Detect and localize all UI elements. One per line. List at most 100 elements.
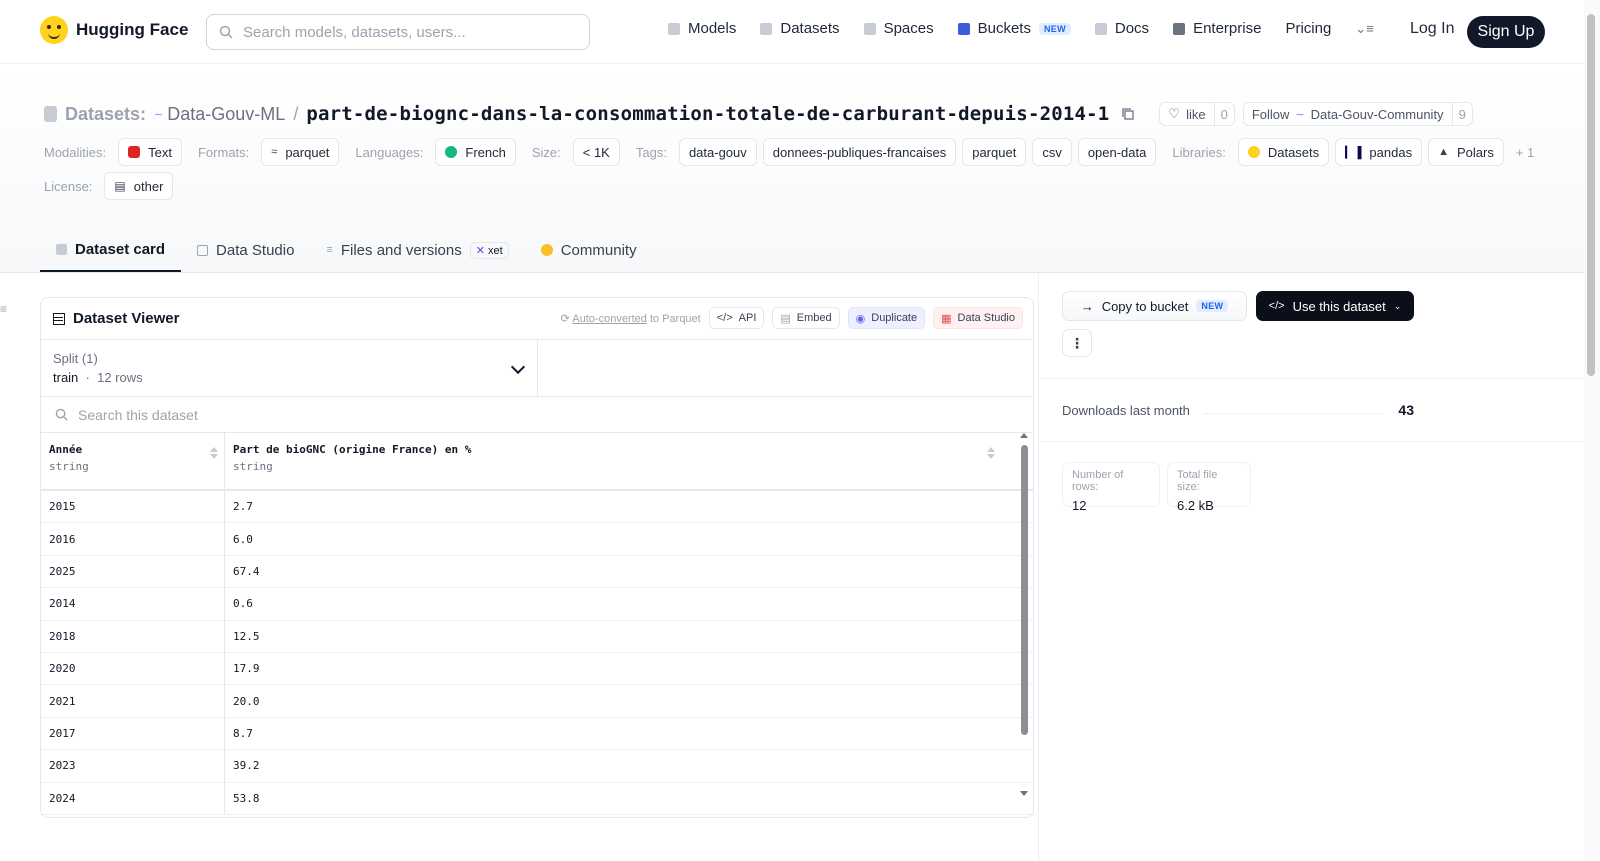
hugging-face-logo[interactable]: Hugging Face <box>40 16 188 44</box>
scroll-up-arrow-icon[interactable] <box>1020 433 1028 438</box>
column-header-annee[interactable]: Année string <box>41 433 225 489</box>
cell-part: 17.9 <box>233 662 260 676</box>
tag-donnees-publiques[interactable]: donnees-publiques-francaises <box>762 138 957 166</box>
sort-icon <box>987 447 995 459</box>
languages-label: Languages: <box>355 144 424 160</box>
hf-datasets-icon <box>1247 146 1260 158</box>
tabs-divider <box>0 272 1584 273</box>
duplicate-button[interactable]: ◉ Duplicate <box>847 307 926 329</box>
duplicate-icon: ◉ <box>855 312 866 325</box>
refresh-icon: ⟳ <box>560 312 570 325</box>
toc-toggle-icon[interactable]: ≡ <box>0 302 10 316</box>
tab-dataset-card[interactable]: Dataset card <box>40 228 182 272</box>
libraries-more[interactable]: + 1 <box>1516 145 1534 160</box>
table-row[interactable]: 2020 17.9 <box>41 652 1033 686</box>
search-icon <box>219 25 233 39</box>
auto-converted-link[interactable]: Auto-converted <box>572 313 647 325</box>
modality-tag-text[interactable]: Text <box>118 138 182 166</box>
nav-docs[interactable]: Docs <box>1094 20 1149 37</box>
api-button[interactable]: </> API <box>708 307 765 329</box>
global-search-input[interactable]: Search models, datasets, users... <box>206 14 590 50</box>
viewer-title: Dataset Viewer <box>53 310 179 327</box>
search-placeholder: Search models, datasets, users... <box>243 23 466 41</box>
enterprise-icon <box>1173 22 1186 35</box>
tag-csv[interactable]: csv <box>1032 138 1072 166</box>
models-cube-icon <box>668 22 680 35</box>
nav-buckets[interactable]: Buckets NEW <box>957 20 1071 37</box>
more-options-icon[interactable]: ⋮ <box>1062 329 1092 357</box>
table-scrollbar[interactable] <box>1019 431 1029 801</box>
use-this-dataset-button[interactable]: </> Use this dataset ⌄ <box>1256 291 1414 321</box>
more-menu-icon[interactable]: ⌄≡ <box>1355 21 1373 37</box>
globe-icon <box>445 146 458 158</box>
tag-open-data[interactable]: open-data <box>1077 138 1157 166</box>
hugging-face-emoji-icon <box>40 16 68 44</box>
files-icon: ≡ <box>326 244 333 256</box>
page-scrollbar-thumb[interactable] <box>1587 14 1595 376</box>
scrollbar-thumb[interactable] <box>1021 445 1028 735</box>
library-tag-datasets[interactable]: Datasets <box>1237 138 1330 166</box>
tag-parquet[interactable]: parquet <box>962 138 1027 166</box>
nav-enterprise[interactable]: Enterprise <box>1173 20 1261 37</box>
cell-part: 8.7 <box>233 726 253 740</box>
sort-icon <box>210 447 218 459</box>
nav-spaces[interactable]: Spaces <box>863 20 934 37</box>
library-tag-pandas[interactable]: ▎▐ pandas <box>1335 138 1423 166</box>
table-row[interactable]: 2025 67.4 <box>41 555 1033 589</box>
tab-files-and-versions[interactable]: ≡ Files and versions ✕ xet <box>310 228 524 272</box>
text-modality-icon <box>128 146 141 158</box>
embed-icon: ▤ <box>780 312 791 325</box>
new-badge: NEW <box>1038 22 1071 35</box>
dataset-card-icon <box>56 243 67 255</box>
tab-community[interactable]: Community <box>525 228 653 272</box>
table-row[interactable]: 2021 20.0 <box>41 685 1033 718</box>
modalities-label: Modalities: <box>44 144 107 160</box>
library-tag-polars[interactable]: ▲ Polars <box>1428 138 1504 166</box>
cell-annee: 2025 <box>41 555 225 588</box>
embed-button[interactable]: ▤ Embed <box>772 307 840 329</box>
data-table: Année string Part de bioGNC (origine Fran… <box>41 433 1033 815</box>
table-row[interactable]: 2023 39.2 <box>41 750 1033 783</box>
column-header-part[interactable]: Part de bioGNC (origine France) en % stri… <box>225 433 1001 489</box>
title-separator: / <box>293 103 299 124</box>
scroll-down-arrow-icon[interactable] <box>1020 791 1028 796</box>
table-row[interactable]: 2015 2.7 <box>41 491 1033 524</box>
follow-button[interactable]: Follow ∼ Data-Gouv-Community 9 <box>1242 102 1473 126</box>
language-tag-french[interactable]: French <box>435 138 516 166</box>
community-avatar-icon: ∼ <box>1295 108 1305 121</box>
like-button[interactable]: ♡ like 0 <box>1159 102 1235 126</box>
split-selector[interactable]: Split (1) train · 12 rows <box>41 340 538 396</box>
dataset-search-input[interactable]: Search this dataset <box>41 397 1033 433</box>
size-label: Size: <box>531 144 561 160</box>
nav-models[interactable]: Models <box>668 20 736 37</box>
table-row[interactable]: 2018 12.5 <box>41 620 1033 653</box>
size-tag[interactable]: < 1K <box>572 138 620 166</box>
nav-pricing[interactable]: Pricing <box>1285 20 1331 37</box>
signup-button[interactable]: Sign Up <box>1467 16 1545 48</box>
table-row[interactable]: 2017 8.7 <box>41 717 1033 751</box>
dataset-icon <box>44 106 57 122</box>
main-nav: Models Datasets Spaces Buckets NEW Docs E… <box>668 20 1374 37</box>
tab-data-studio[interactable]: Data Studio <box>181 228 310 272</box>
org-link[interactable]: ∼ Data-Gouv-ML <box>154 104 285 125</box>
top-navigation-bar: Hugging Face Search models, datasets, us… <box>0 0 1584 64</box>
auto-converted-note: ⟳ Auto-converted to Parquet <box>560 312 701 325</box>
org-avatar-icon: ∼ <box>154 108 164 121</box>
license-tag[interactable]: ▤ other <box>104 172 174 200</box>
table-row[interactable]: 2016 6.0 <box>41 523 1033 556</box>
format-tag-parquet[interactable]: ≈ parquet <box>261 138 340 166</box>
data-studio-button[interactable]: ▦ Data Studio <box>933 307 1023 329</box>
split-selector-row: Split (1) train · 12 rows <box>41 340 1033 397</box>
parquet-icon: ≈ <box>271 146 278 158</box>
tag-data-gouv[interactable]: data-gouv <box>678 138 757 166</box>
cell-annee: 2021 <box>41 685 225 717</box>
copy-to-bucket-button[interactable]: → Copy to bucket NEW <box>1062 291 1247 321</box>
table-body: 2015 2.7 2016 6.0 2025 67.4 2014 0.6 2018 12.5 202… <box>41 491 1033 815</box>
login-link[interactable]: Log In <box>1410 20 1454 38</box>
new-badge: NEW <box>1196 300 1229 312</box>
table-row[interactable]: 2024 53.8 <box>41 782 1033 815</box>
table-row[interactable]: 2014 0.6 <box>41 588 1033 621</box>
nav-datasets[interactable]: Datasets <box>760 20 840 37</box>
copy-icon[interactable] <box>1121 107 1135 121</box>
dataset-name: part-de-biognc-dans-la-consommation-tota… <box>306 103 1110 125</box>
